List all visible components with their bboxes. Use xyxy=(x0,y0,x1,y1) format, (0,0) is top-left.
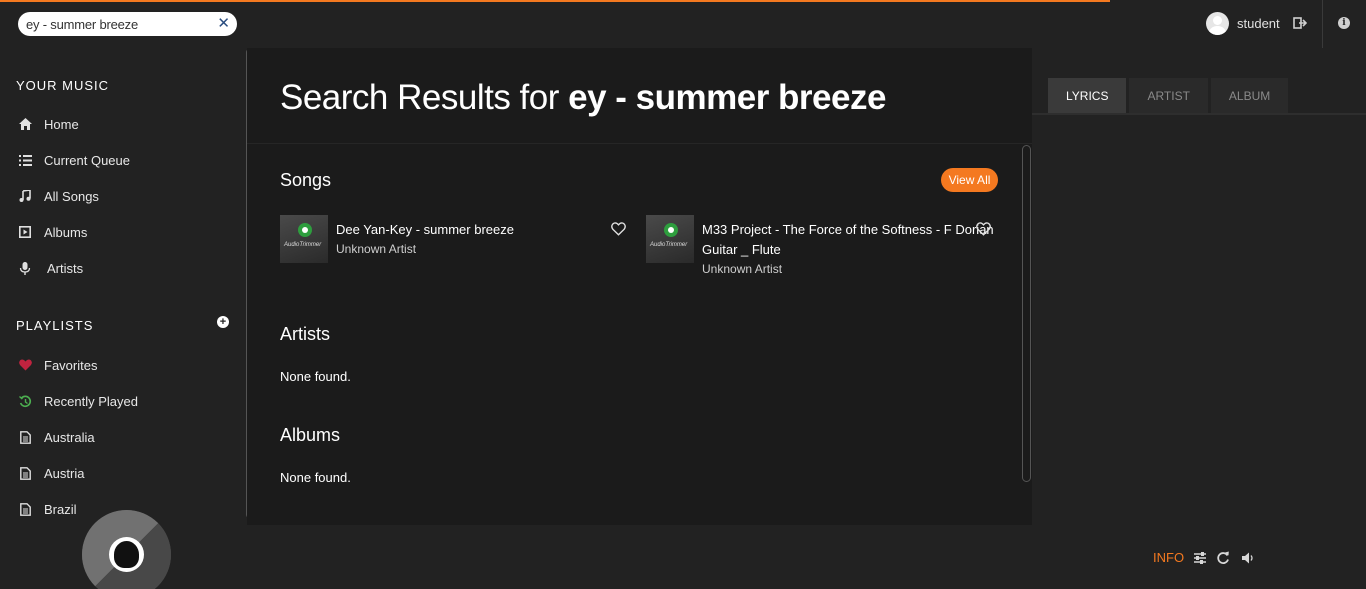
heart-icon[interactable] xyxy=(976,222,991,236)
info-panel: LYRICS ARTIST ALBUM xyxy=(1032,48,1366,525)
song-info: M33 Project - The Force of the Softness … xyxy=(702,215,994,278)
albums-heading: Albums xyxy=(280,425,341,445)
songs-heading: Songs xyxy=(280,170,332,190)
title-query: ey - summer breeze xyxy=(568,78,886,117)
album-cover: AudioTrimmer xyxy=(280,215,328,263)
main-scrollbar[interactable] xyxy=(1022,145,1031,482)
playlist-item-australia[interactable]: Australia xyxy=(18,427,95,447)
album-icon xyxy=(18,225,32,239)
search-box[interactable]: ✕ xyxy=(18,12,237,36)
now-playing-disc[interactable] xyxy=(82,510,171,589)
tab-album[interactable]: ALBUM xyxy=(1210,78,1289,113)
tab-underline xyxy=(1032,113,1366,115)
song-item[interactable]: AudioTrimmer M33 Project - The Force of … xyxy=(646,215,994,278)
sidebar-item-label: Albums xyxy=(44,224,88,240)
album-cover: AudioTrimmer xyxy=(646,215,694,263)
playlist-label: Australia xyxy=(44,429,95,445)
albums-empty-message: None found. xyxy=(280,470,351,485)
header-divider xyxy=(1322,0,1323,48)
cover-text: AudioTrimmer xyxy=(650,242,688,248)
equalizer-icon[interactable] xyxy=(1193,551,1207,565)
playlist-item-favorites[interactable]: Favorites xyxy=(18,355,97,375)
username[interactable]: student xyxy=(1237,16,1280,31)
file-icon xyxy=(18,466,32,480)
artists-heading: Artists xyxy=(280,324,331,344)
artists-empty-message: None found. xyxy=(280,369,351,384)
song-title: Guitar _ Flute xyxy=(702,242,781,257)
heart-icon xyxy=(18,358,32,372)
sidebar-item-home[interactable]: Home xyxy=(18,114,79,134)
leaf-icon xyxy=(664,223,678,237)
history-icon xyxy=(18,394,32,408)
song-title: M33 Project - The Force of the Softness … xyxy=(702,222,994,237)
song-info: Dee Yan-Key - summer breeze Unknown Arti… xyxy=(336,215,514,263)
song-title: Dee Yan-Key - summer breeze xyxy=(336,222,514,237)
sidebar-item-artists[interactable]: Artists xyxy=(18,258,83,278)
repeat-icon[interactable] xyxy=(1216,551,1230,565)
playlist-label: Favorites xyxy=(44,357,98,373)
sidebar-item-label: Current Queue xyxy=(44,152,130,168)
volume-icon[interactable] xyxy=(1241,551,1255,565)
song-item[interactable]: AudioTrimmer Dee Yan-Key - summer breeze… xyxy=(280,215,514,263)
playlists-heading: PLAYLISTS xyxy=(16,318,94,333)
title-prefix: Search Results for xyxy=(280,78,569,117)
playback-progress-bar[interactable] xyxy=(0,0,1110,2)
sidebar-item-label: Home xyxy=(44,116,79,132)
sidebar-item-current-queue[interactable]: Current Queue xyxy=(18,150,130,170)
info-tabs: LYRICS ARTIST ALBUM xyxy=(1048,78,1291,113)
song-artist: Unknown Artist xyxy=(702,262,783,276)
microphone-icon xyxy=(18,261,32,275)
close-icon[interactable]: ✕ xyxy=(217,14,230,34)
logout-icon[interactable] xyxy=(1293,16,1307,30)
music-note-icon xyxy=(18,189,32,203)
sidebar-item-label: Artists xyxy=(47,260,84,276)
page-title: Search Results for ey - summer breeze xyxy=(280,78,886,118)
sidebar-item-albums[interactable]: Albums xyxy=(18,222,87,242)
playlist-item-recently-played[interactable]: Recently Played xyxy=(18,391,138,411)
tab-artist[interactable]: ARTIST xyxy=(1129,78,1208,113)
sidebar-item-all-songs[interactable]: All Songs xyxy=(18,186,99,206)
playlist-label: Brazil xyxy=(44,501,77,517)
cover-text: AudioTrimmer xyxy=(284,242,322,248)
album-art xyxy=(109,537,144,572)
info-icon[interactable]: i xyxy=(1338,17,1350,29)
add-playlist-icon[interactable]: + xyxy=(217,316,229,328)
song-artist: Unknown Artist xyxy=(336,242,417,256)
list-icon xyxy=(18,153,32,167)
heart-icon[interactable] xyxy=(611,222,626,236)
avatar[interactable] xyxy=(1206,12,1229,35)
search-results-panel: Search Results for ey - summer breeze So… xyxy=(247,48,1032,525)
results-header: Search Results for ey - summer breeze xyxy=(247,48,1032,144)
file-icon xyxy=(18,430,32,444)
playlist-item-brazil[interactable]: Brazil xyxy=(18,499,77,519)
your-music-heading: YOUR MUSIC xyxy=(16,78,110,93)
home-icon xyxy=(18,117,32,131)
playlist-label: Recently Played xyxy=(44,393,138,409)
playlist-label: Austria xyxy=(44,465,85,481)
info-button[interactable]: INFO xyxy=(1153,550,1184,565)
file-icon xyxy=(18,502,32,516)
leaf-icon xyxy=(298,223,312,237)
playlist-item-austria[interactable]: Austria xyxy=(18,463,84,483)
sidebar: YOUR MUSIC Home Current Queue All Songs … xyxy=(0,48,247,525)
view-all-button[interactable]: View All xyxy=(941,168,998,192)
user-menu[interactable]: student xyxy=(1206,12,1280,35)
tab-lyrics[interactable]: LYRICS xyxy=(1048,78,1127,113)
search-input[interactable] xyxy=(26,14,212,34)
sidebar-item-label: All Songs xyxy=(44,188,99,204)
